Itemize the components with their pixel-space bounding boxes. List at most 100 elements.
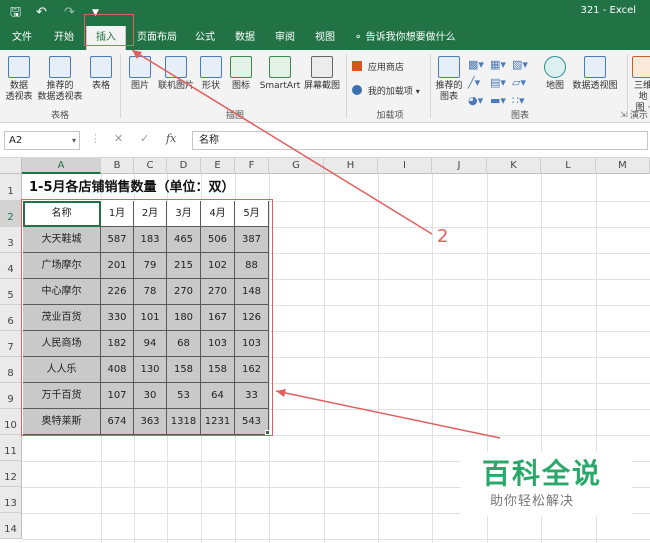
- store-name-cell[interactable]: 人人乐: [23, 357, 101, 383]
- row-header[interactable]: 10: [0, 409, 22, 435]
- sales-value-cell[interactable]: 53: [167, 383, 201, 409]
- column-header[interactable]: H: [324, 158, 378, 174]
- table-button[interactable]: 表格: [88, 56, 114, 92]
- column-header[interactable]: F: [235, 158, 269, 174]
- 3d-map-button[interactable]: 三维地 图 ·: [630, 56, 650, 114]
- combo-chart-icon[interactable]: ▱▾: [512, 76, 526, 89]
- column-chart-icon[interactable]: ▩▾: [468, 58, 484, 71]
- tab-formulas[interactable]: 公式: [188, 26, 222, 50]
- sales-value-cell[interactable]: 88: [235, 253, 269, 279]
- tell-me-box[interactable]: ⚬ 告诉我你想要做什么: [354, 26, 456, 50]
- online-pictures-button[interactable]: 联机图片: [156, 56, 196, 92]
- sales-value-cell[interactable]: 167: [201, 305, 235, 331]
- sales-value-cell[interactable]: 587: [101, 227, 134, 253]
- fill-handle[interactable]: [265, 430, 270, 435]
- tab-insert[interactable]: 插入: [86, 26, 126, 50]
- sales-value-cell[interactable]: 215: [167, 253, 201, 279]
- sales-value-cell[interactable]: 103: [235, 331, 269, 357]
- recommended-pivot-button[interactable]: 推荐的 数据透视表: [36, 56, 84, 103]
- undo-icon[interactable]: ↶: [36, 4, 47, 22]
- sales-value-cell[interactable]: 102: [201, 253, 235, 279]
- sales-value-cell[interactable]: 270: [201, 279, 235, 305]
- row-header[interactable]: 13: [0, 487, 22, 513]
- sales-value-cell[interactable]: 674: [101, 409, 134, 435]
- store-name-cell[interactable]: 奥特莱斯: [23, 409, 101, 435]
- sales-value-cell[interactable]: 201: [101, 253, 134, 279]
- recommended-charts-button[interactable]: 推荐的 图表: [434, 56, 464, 103]
- column-header[interactable]: E: [201, 158, 235, 174]
- store-button[interactable]: 应用商店: [352, 60, 404, 73]
- save-icon[interactable]: 🖫: [10, 4, 21, 22]
- sales-value-cell[interactable]: 101: [134, 305, 167, 331]
- store-name-cell[interactable]: 广场摩尔: [23, 253, 101, 279]
- column-header[interactable]: I: [378, 158, 432, 174]
- cancel-icon[interactable]: ✕: [114, 132, 123, 145]
- sales-value-cell[interactable]: 30: [134, 383, 167, 409]
- hierarchy-chart-icon[interactable]: ▦▾: [490, 58, 506, 71]
- store-name-cell[interactable]: 茂业百货: [23, 305, 101, 331]
- sales-value-cell[interactable]: 158: [167, 357, 201, 383]
- sales-value-cell[interactable]: 148: [235, 279, 269, 305]
- sales-value-cell[interactable]: 78: [134, 279, 167, 305]
- tab-file[interactable]: 文件: [4, 26, 40, 50]
- shapes-button[interactable]: 形状: [198, 56, 224, 92]
- sales-value-cell[interactable]: 182: [101, 331, 134, 357]
- my-addins-button[interactable]: 我的加载项 ▾: [352, 84, 420, 97]
- sales-value-cell[interactable]: 130: [134, 357, 167, 383]
- line-chart-icon[interactable]: ╱▾: [468, 76, 480, 89]
- store-name-cell[interactable]: 万千百货: [23, 383, 101, 409]
- row-header[interactable]: 2: [0, 201, 22, 227]
- tab-page-layout[interactable]: 页面布局: [132, 26, 182, 50]
- scatter-chart-icon[interactable]: ∷▾: [512, 94, 525, 107]
- sales-value-cell[interactable]: 543: [235, 409, 269, 435]
- sales-value-cell[interactable]: 180: [167, 305, 201, 331]
- redo-icon[interactable]: ↷: [64, 4, 75, 22]
- header-cell[interactable]: 4月: [201, 201, 235, 227]
- sales-value-cell[interactable]: 33: [235, 383, 269, 409]
- tab-home[interactable]: 开始: [46, 26, 82, 50]
- select-all-corner[interactable]: [0, 158, 22, 174]
- sales-value-cell[interactable]: 408: [101, 357, 134, 383]
- icons-button[interactable]: 图标: [228, 56, 254, 92]
- tab-review[interactable]: 审阅: [268, 26, 302, 50]
- statistic-chart-icon[interactable]: ▧▾: [512, 58, 528, 71]
- sales-value-cell[interactable]: 506: [201, 227, 235, 253]
- pictures-button[interactable]: 图片: [126, 56, 154, 92]
- column-header[interactable]: K: [487, 158, 541, 174]
- selected-cell[interactable]: 名称: [23, 201, 101, 227]
- tab-data[interactable]: 数据: [228, 26, 262, 50]
- sales-value-cell[interactable]: 79: [134, 253, 167, 279]
- sales-value-cell[interactable]: 126: [235, 305, 269, 331]
- sales-value-cell[interactable]: 158: [201, 357, 235, 383]
- column-header[interactable]: G: [269, 158, 324, 174]
- header-cell[interactable]: 5月: [235, 201, 269, 227]
- dialog-launcher-icon[interactable]: ⇲: [620, 110, 627, 119]
- insert-function-icon[interactable]: fx: [166, 132, 176, 145]
- row-header[interactable]: 9: [0, 383, 22, 409]
- tab-view[interactable]: 视图: [308, 26, 342, 50]
- pie-chart-icon[interactable]: ◕▾: [468, 94, 483, 107]
- sales-value-cell[interactable]: 94: [134, 331, 167, 357]
- sales-value-cell[interactable]: 363: [134, 409, 167, 435]
- row-header[interactable]: 6: [0, 305, 22, 331]
- row-header[interactable]: 12: [0, 461, 22, 487]
- column-header[interactable]: L: [541, 158, 596, 174]
- sales-value-cell[interactable]: 387: [235, 227, 269, 253]
- sales-value-cell[interactable]: 1231: [201, 409, 235, 435]
- screenshot-button[interactable]: 屏幕截图: [302, 56, 342, 92]
- smartart-button[interactable]: SmartArt: [258, 56, 302, 92]
- column-header[interactable]: C: [134, 158, 167, 174]
- waterfall-chart-icon[interactable]: ▤▾: [490, 76, 506, 89]
- sales-value-cell[interactable]: 226: [101, 279, 134, 305]
- row-header[interactable]: 11: [0, 435, 22, 461]
- row-header[interactable]: 1: [0, 174, 22, 201]
- sales-value-cell[interactable]: 270: [167, 279, 201, 305]
- header-cell[interactable]: 1月: [101, 201, 134, 227]
- column-header[interactable]: A: [22, 158, 101, 174]
- sheet-title-cell[interactable]: 1-5月各店铺销售数量（单位：双）: [23, 175, 273, 201]
- name-box[interactable]: A2 ▾: [4, 131, 80, 150]
- sales-value-cell[interactable]: 107: [101, 383, 134, 409]
- sales-value-cell[interactable]: 162: [235, 357, 269, 383]
- store-name-cell[interactable]: 大天鞋城: [23, 227, 101, 253]
- store-name-cell[interactable]: 人民商场: [23, 331, 101, 357]
